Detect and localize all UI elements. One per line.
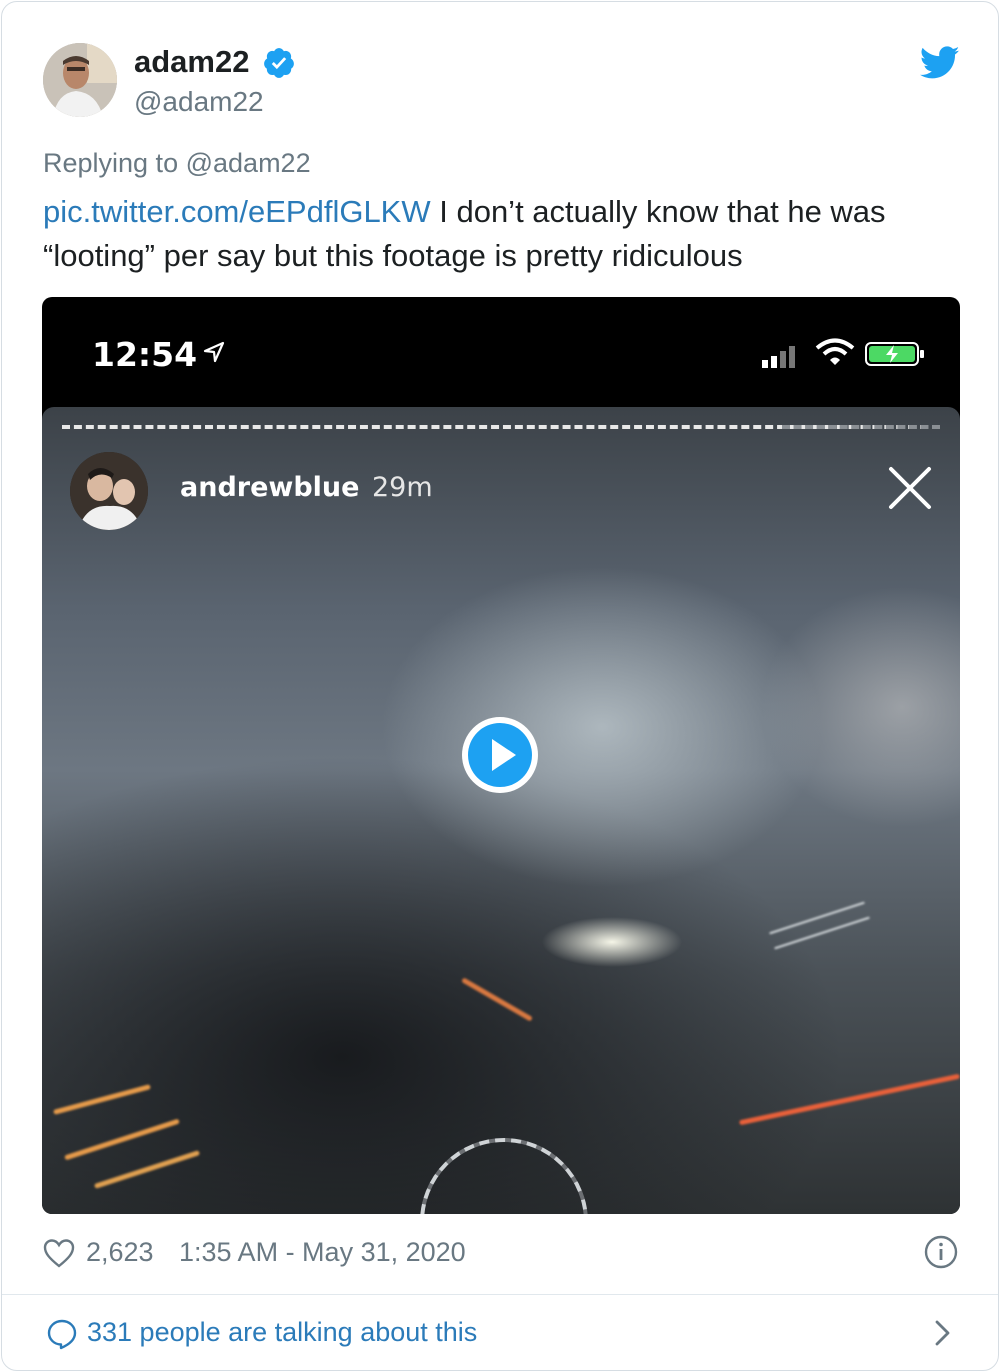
story-age: 29m (372, 472, 433, 503)
tweet-text-line1: I don’t actually know that he was (430, 194, 886, 229)
story-username: andrewblue (180, 472, 360, 503)
tweet-text-line2: “looting” per say but this footage is pr… (43, 238, 743, 273)
twitter-bird-icon[interactable] (920, 46, 960, 80)
chevron-right-icon[interactable] (932, 1318, 954, 1348)
replying-to-label: Replying to (43, 148, 179, 178)
like-count[interactable]: 2,623 (86, 1237, 154, 1268)
replying-to-handle[interactable]: @adam22 (186, 148, 311, 178)
info-icon[interactable] (923, 1234, 959, 1270)
tweet-text: pic.twitter.com/eEPdflGLKW I don’t actua… (43, 190, 943, 278)
conversation-link[interactable]: 331 people are talking about this (87, 1317, 477, 1348)
verified-badge-icon (264, 48, 294, 78)
tweet-card: adam22 @adam22 Replying to @adam22 pic.t… (1, 1, 999, 1371)
tweet-timestamp[interactable]: 1:35 AM - May 31, 2020 (179, 1237, 466, 1268)
tweet-media-link[interactable]: pic.twitter.com/eEPdflGLKW (43, 194, 431, 229)
signal-icon (762, 346, 795, 368)
status-bar-time: 12:54 (92, 335, 198, 374)
video-media[interactable]: 12:54 andrewblue 29m (42, 297, 960, 1214)
story-record-ring-icon (419, 1137, 589, 1214)
speech-bubble-icon[interactable] (46, 1318, 78, 1350)
location-arrow-icon (203, 341, 225, 363)
story-user-avatar (70, 452, 148, 530)
battery-icon (865, 342, 924, 366)
author-avatar[interactable] (43, 43, 117, 117)
wifi-icon (815, 338, 855, 365)
heart-icon[interactable] (43, 1238, 75, 1268)
video-frame (42, 407, 960, 1214)
footer-divider (2, 1294, 998, 1295)
author-name[interactable]: adam22 (134, 44, 249, 80)
play-icon[interactable] (460, 715, 540, 795)
story-progress-remaining (782, 425, 940, 433)
close-icon (889, 467, 931, 509)
author-handle[interactable]: @adam22 (134, 86, 264, 118)
replying-to: Replying to @adam22 (43, 148, 311, 179)
